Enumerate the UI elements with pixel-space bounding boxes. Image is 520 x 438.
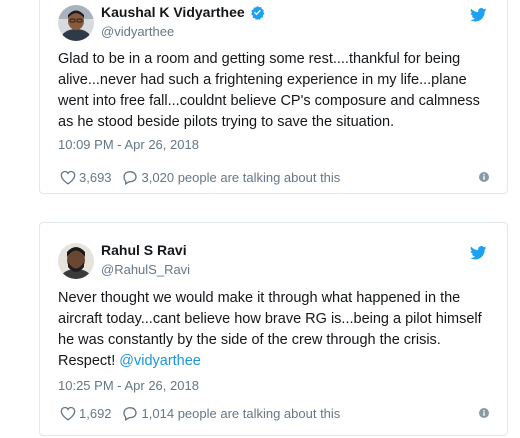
display-name-text[interactable]: Kaushal K Vidyarthee (101, 4, 245, 21)
tweet-card[interactable]: Rahul S Ravi @RahulS_Ravi Never thought … (39, 222, 508, 436)
tweet-text: Never thought we would make it through w… (58, 288, 498, 372)
tweet-card[interactable]: Kaushal K Vidyarthee @vidyarthee Glad to… (39, 0, 508, 194)
talking-about-link[interactable]: 3,020 people are talking about this (142, 170, 341, 185)
handle[interactable]: @vidyarthee (101, 24, 265, 40)
display-name-text[interactable]: Rahul S Ravi (101, 242, 187, 259)
handle[interactable]: @RahulS_Ravi (101, 262, 190, 278)
comment-icon[interactable] (122, 406, 138, 421)
avatar-image (58, 5, 94, 41)
like-count[interactable]: 1,692 (79, 406, 112, 421)
comment-icon[interactable] (122, 170, 138, 185)
info-icon[interactable] (479, 408, 489, 418)
tweet-actions: 1,692 1,014 people are talking about thi… (60, 404, 489, 422)
display-name[interactable]: Rahul S Ravi (101, 242, 187, 259)
twitter-bird-icon[interactable] (470, 246, 487, 260)
timestamp-link[interactable]: 10:25 PM - Apr 26, 2018 (58, 378, 199, 394)
tweet-actions: 3,693 3,020 people are talking about thi… (60, 168, 489, 186)
verified-badge-icon (250, 5, 265, 20)
heart-icon[interactable] (60, 406, 76, 421)
timestamp-link[interactable]: 10:09 PM - Apr 26, 2018 (58, 137, 199, 153)
like-count[interactable]: 3,693 (79, 170, 112, 185)
talking-about-link[interactable]: 1,014 people are talking about this (142, 406, 341, 421)
tweet-text: Glad to be in a room and getting some re… (58, 51, 480, 130)
display-name[interactable]: Kaushal K Vidyarthee (101, 4, 265, 21)
author-block[interactable]: Rahul S Ravi @RahulS_Ravi (101, 242, 190, 278)
info-icon[interactable] (479, 172, 489, 182)
avatar[interactable] (58, 5, 94, 41)
heart-icon[interactable] (60, 170, 76, 185)
author-block[interactable]: Kaushal K Vidyarthee @vidyarthee (101, 4, 265, 40)
twitter-bird-icon[interactable] (470, 8, 487, 22)
page: Kaushal K Vidyarthee @vidyarthee Glad to… (0, 0, 520, 438)
mention-link[interactable]: @vidyarthee (119, 353, 201, 369)
avatar[interactable] (58, 243, 94, 279)
avatar-image (58, 243, 94, 279)
